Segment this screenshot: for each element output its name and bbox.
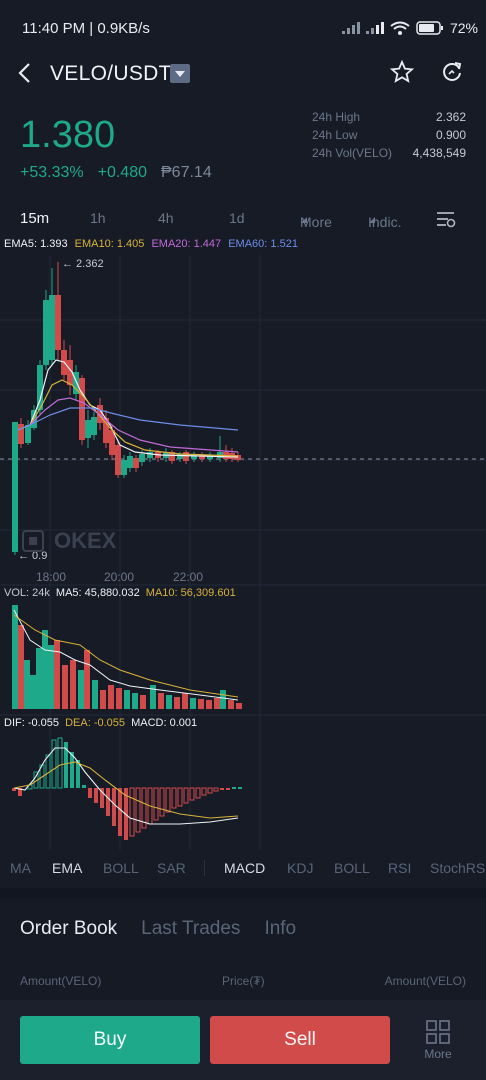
pair-dropdown-button[interactable] <box>170 64 190 83</box>
col-amount-left: Amount(VELO) <box>20 974 102 988</box>
timeframe-tabs: 15m 1h 4h 1d More Indic. <box>0 206 486 232</box>
fiat-price: ₱67.14 <box>161 164 212 181</box>
vol-ma10-label: MA10: 56,309.601 <box>145 587 236 599</box>
ema5-label: EMA5: 1.393 <box>4 238 68 250</box>
tab-macd[interactable]: MACD <box>224 860 265 876</box>
tab-order-book[interactable]: Order Book <box>20 918 117 940</box>
ticker-stats: 24h High 2.362 24h Low 0.900 24h Vol(VELO)… <box>312 110 466 164</box>
tab-4h[interactable]: 4h <box>158 210 174 226</box>
bottom-action-bar: Buy Sell More <box>0 1000 486 1080</box>
signal-icon <box>341 22 360 34</box>
change-absolute: +0.480 <box>97 164 147 181</box>
back-arrow-icon[interactable] <box>14 60 38 86</box>
refresh-icon[interactable] <box>440 60 464 84</box>
ema60-label: EMA60: 1.521 <box>228 238 298 250</box>
macd-label: MACD: 0.001 <box>131 717 198 729</box>
last-price: 1.380 <box>20 114 116 156</box>
buy-button[interactable]: Buy <box>20 1016 200 1064</box>
tab-1d[interactable]: 1d <box>229 210 245 226</box>
tab-info[interactable]: Info <box>264 918 296 940</box>
pair-title[interactable]: VELO/USDT <box>50 62 172 86</box>
change-percent: +53.33% <box>20 164 84 181</box>
stat-row-volume: 24h Vol(VELO) 4,438,549 <box>312 146 466 160</box>
okex-watermark: OKEX <box>22 528 116 554</box>
ema20-label: EMA20: 1.447 <box>151 238 222 250</box>
tab-divider <box>204 860 205 876</box>
ema10-line <box>17 379 239 457</box>
ema60-line <box>17 407 239 431</box>
chevron-down-icon <box>175 71 185 77</box>
more-button[interactable]: More <box>418 1020 458 1061</box>
sell-button[interactable]: Sell <box>210 1016 390 1064</box>
tab-more[interactable]: More <box>300 210 332 230</box>
col-price: Price(₮) <box>222 974 265 988</box>
time-label-2200: 22:00 <box>173 570 204 584</box>
tab-sar[interactable]: SAR <box>157 860 186 876</box>
ema10-label: EMA10: 1.405 <box>74 238 145 250</box>
stat-row-high: 24h High 2.362 <box>312 110 466 124</box>
tab-rsi[interactable]: RSI <box>388 860 411 876</box>
volume-legend: VOL: 24k MA5: 45,880.032 MA10: 56,309.60… <box>4 587 236 599</box>
battery-icon <box>416 21 443 35</box>
tab-boll-main[interactable]: BOLL <box>103 860 139 876</box>
star-icon[interactable] <box>390 60 414 84</box>
tab-kdj[interactable]: KDJ <box>287 860 313 876</box>
tab-boll-sub[interactable]: BOLL <box>334 860 370 876</box>
tab-15m[interactable]: 15m <box>20 210 49 227</box>
vol-ma5-label: MA5: 45,880.032 <box>55 587 140 599</box>
volume-bars <box>12 605 242 709</box>
col-amount-right: Amount(VELO) <box>384 974 466 988</box>
macd-legend: DIF: -0.055 DEA: -0.055 MACD: 0.001 <box>4 717 197 729</box>
header: VELO/USDT <box>0 50 486 98</box>
indicator-tabs: MA EMA BOLL SAR MACD KDJ BOLL RSI StochR… <box>0 858 486 880</box>
more-label: More <box>424 1047 452 1061</box>
status-icons: 72% <box>341 20 478 36</box>
tab-last-trades[interactable]: Last Trades <box>141 918 240 940</box>
tab-indicators[interactable]: Indic. <box>368 210 401 230</box>
macd-bars <box>12 737 242 840</box>
ema-legend: EMA5: 1.393 EMA10: 1.405 EMA20: 1.447 EM… <box>4 238 298 250</box>
tab-1h[interactable]: 1h <box>90 210 106 226</box>
dif-label: DIF: -0.055 <box>4 717 60 729</box>
ema-lines <box>17 359 239 458</box>
chart-settings-icon[interactable] <box>436 210 456 228</box>
vol-label: VOL: 24k <box>4 587 50 599</box>
orderbook-tabs: Order Book Last Trades Info <box>20 918 296 940</box>
time-label-1800: 18:00 <box>36 570 67 584</box>
tab-ema[interactable]: EMA <box>52 860 82 876</box>
wifi-icon <box>390 21 410 35</box>
dea-label: DEA: -0.055 <box>65 717 126 729</box>
status-time: 11:40 PM | 0.9KB/s <box>22 20 150 37</box>
tab-ma[interactable]: MA <box>10 860 31 876</box>
ema5-line <box>17 359 239 458</box>
battery-percent: 72% <box>449 20 478 36</box>
signal-icon-2 <box>365 22 384 34</box>
high-marker: ← 2.362 <box>62 258 104 270</box>
section-divider <box>0 888 486 898</box>
stat-row-low: 24h Low 0.900 <box>312 128 466 142</box>
time-label-2000: 20:00 <box>104 570 135 584</box>
status-bar: 11:40 PM | 0.9KB/s 72% <box>0 0 486 56</box>
tab-stochrsi[interactable]: StochRSI <box>430 860 486 876</box>
okex-logo-icon <box>22 530 44 552</box>
price-change: +53.33% +0.480 ₱67.14 <box>20 164 212 182</box>
ema20-line <box>17 397 239 453</box>
grid-icon <box>426 1020 450 1044</box>
